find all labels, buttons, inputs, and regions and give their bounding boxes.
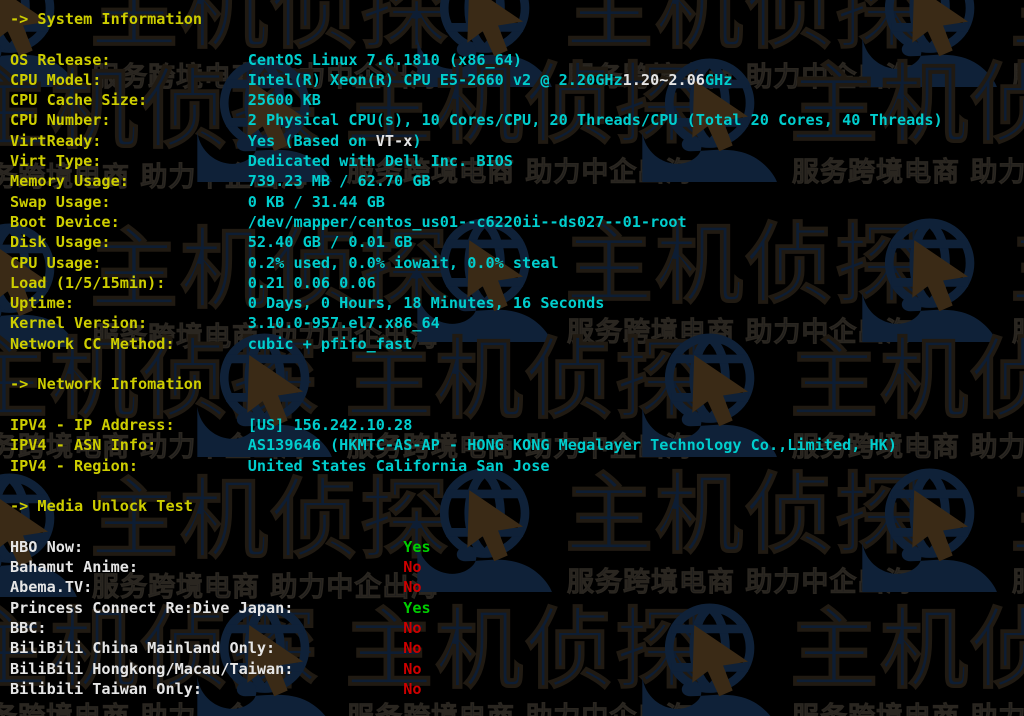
info-row: OS Release: CentOS Linux 7.6.1810 (x86_6… bbox=[10, 50, 1024, 70]
media-row: Princess Connect Re:Dive Japan: Yes bbox=[10, 598, 1024, 618]
media-label: Bilibili Taiwan Only: bbox=[10, 679, 404, 698]
row-value-highlight: VT-x bbox=[375, 131, 413, 150]
info-row: Virt Type: Dedicated with Dell Inc. BIOS bbox=[10, 151, 1024, 171]
row-value: cubic + pfifo_fast bbox=[247, 334, 413, 353]
row-label: Swap Usage: bbox=[10, 192, 248, 211]
row-label: Memory Usage: bbox=[10, 172, 248, 191]
info-row: Swap Usage: 0 KB / 31.44 GB bbox=[10, 192, 1024, 212]
media-status-badge: Yes bbox=[403, 598, 431, 617]
media-label: HBO Now: bbox=[10, 537, 404, 556]
info-row: IPV4 - Region: United States California … bbox=[10, 456, 1024, 476]
row-value: Intel(R) Xeon(R) CPU E5-2660 v2 @ 2.20GH… bbox=[247, 70, 623, 89]
row-label: IPV4 - ASN Info: bbox=[10, 436, 248, 455]
info-row: CPU Number: 2 Physical CPU(s), 10 Cores/… bbox=[10, 110, 1024, 130]
row-value: 52.40 GB / 0.01 GB bbox=[247, 233, 413, 252]
media-label: BiliBili China Mainland Only: bbox=[10, 639, 404, 658]
row-value: AS139646 (HKMTC-AS-AP - HONG KONG Megala… bbox=[247, 436, 897, 455]
row-label: IPV4 - IP Address: bbox=[10, 415, 248, 434]
media-label: BBC: bbox=[10, 618, 404, 637]
info-row: Boot Device: /dev/mapper/centos_us01--c6… bbox=[10, 212, 1024, 232]
row-value: 2 Physical CPU(s), 10 Cores/CPU, 20 Thre… bbox=[247, 111, 943, 130]
media-status-badge: No bbox=[403, 558, 422, 577]
info-row: IPV4 - IP Address: [US] 156.242.10.28 bbox=[10, 415, 1024, 435]
row-value: 25600 KB bbox=[247, 91, 321, 110]
info-row: Uptime: 0 Days, 0 Hours, 18 Minutes, 16 … bbox=[10, 293, 1024, 313]
media-row: BBC: No bbox=[10, 618, 1024, 638]
info-row: CPU Model: Intel(R) Xeon(R) CPU E5-2660 … bbox=[10, 70, 1024, 90]
media-row: Bilibili Taiwan Only: No bbox=[10, 679, 1024, 699]
media-row: Bahamut Anime: No bbox=[10, 557, 1024, 577]
row-value: 0 KB / 31.44 GB bbox=[247, 192, 385, 211]
row-label: Boot Device: bbox=[10, 212, 248, 231]
row-label: CPU Cache Size: bbox=[10, 91, 248, 110]
row-value: 3.10.0-957.el7.x86_64 bbox=[247, 314, 440, 333]
row-value: 0 Days, 0 Hours, 18 Minutes, 16 Seconds bbox=[247, 294, 605, 313]
row-label: Uptime: bbox=[10, 294, 248, 313]
row-value: Dedicated with Dell Inc. BIOS bbox=[247, 152, 513, 171]
watermark-slogan-text: 服务跨境电商 助力中企出海 bbox=[347, 702, 693, 716]
row-value: [US] 156.242.10.28 bbox=[247, 415, 413, 434]
row-label: VirtReady: bbox=[10, 131, 248, 150]
media-row: BiliBili China Mainland Only: No bbox=[10, 638, 1024, 658]
row-label: OS Release: bbox=[10, 50, 248, 69]
row-value: /dev/mapper/centos_us01--c6220ii--ds027-… bbox=[247, 212, 687, 231]
row-label: Disk Usage: bbox=[10, 233, 248, 252]
row-value: United States California San Jose bbox=[247, 456, 550, 475]
info-row: IPV4 - ASN Info: AS139646 (HKMTC-AS-AP -… bbox=[10, 435, 1024, 455]
row-label: CPU Model: bbox=[10, 70, 248, 89]
info-row: Network CC Method: cubic + pfifo_fast bbox=[10, 334, 1024, 354]
info-row: VirtReady: Yes (Based on VT-x) bbox=[10, 131, 1024, 151]
row-label: Kernel Version: bbox=[10, 314, 248, 333]
media-status-badge: Yes bbox=[403, 537, 431, 556]
media-status-badge: No bbox=[403, 659, 422, 678]
row-value-highlight: 1.20~2.06 bbox=[622, 70, 705, 89]
row-value-tail: ) bbox=[412, 131, 422, 150]
heading-text: -> Network Infomation bbox=[10, 375, 203, 394]
section-heading-media: -> Media Unlock Test bbox=[10, 496, 1024, 516]
info-row: Disk Usage: 52.40 GB / 0.01 GB bbox=[10, 232, 1024, 252]
section-heading-system: -> System Information bbox=[10, 9, 1024, 29]
terminal-output: -> System Information OS Release: CentOS … bbox=[0, 0, 1024, 699]
media-status-badge: No bbox=[403, 679, 422, 698]
section-heading-network: -> Network Infomation bbox=[10, 374, 1024, 394]
media-label: Abema.TV: bbox=[10, 578, 404, 597]
terminal-window: 主机侦探 服务跨境电商 助力中企出海 主机侦探 服务跨境电商 助力中企出海 主机… bbox=[0, 0, 1024, 716]
media-row: BiliBili Hongkong/Macau/Taiwan: No bbox=[10, 659, 1024, 679]
watermark-slogan-text: 服务跨境电商 助力中企出海 bbox=[792, 702, 1024, 716]
info-row: Memory Usage: 739.23 MB / 62.70 GB bbox=[10, 171, 1024, 191]
row-value-tail: GHz bbox=[704, 70, 733, 89]
media-label: BiliBili Hongkong/Macau/Taiwan: bbox=[10, 659, 404, 678]
info-row: CPU Cache Size: 25600 KB bbox=[10, 90, 1024, 110]
media-status-badge: No bbox=[403, 578, 422, 597]
info-row: Load (1/5/15min): 0.21 0.06 0.06 bbox=[10, 273, 1024, 293]
heading-text: -> Media Unlock Test bbox=[10, 497, 193, 516]
row-value: CentOS Linux 7.6.1810 (x86_64) bbox=[247, 50, 523, 69]
row-label: CPU Number: bbox=[10, 111, 248, 130]
row-label: Network CC Method: bbox=[10, 334, 248, 353]
media-label: Bahamut Anime: bbox=[10, 558, 404, 577]
info-row: Kernel Version: 3.10.0-957.el7.x86_64 bbox=[10, 313, 1024, 333]
media-row: HBO Now: Yes bbox=[10, 537, 1024, 557]
info-row: CPU Usage: 0.2% used, 0.0% iowait, 0.0% … bbox=[10, 253, 1024, 273]
watermark-slogan-text: 服务跨境电商 助力中企出海 bbox=[0, 702, 308, 716]
heading-text: -> System Information bbox=[10, 10, 203, 28]
row-value: 0.21 0.06 0.06 bbox=[247, 273, 376, 292]
row-label: Load (1/5/15min): bbox=[10, 273, 248, 292]
media-status-badge: No bbox=[403, 639, 422, 658]
row-value: 0.2% used, 0.0% iowait, 0.0% steal bbox=[247, 253, 559, 272]
media-status-badge: No bbox=[403, 618, 422, 637]
row-label: CPU Usage: bbox=[10, 253, 248, 272]
media-label: Princess Connect Re:Dive Japan: bbox=[10, 598, 404, 617]
media-row: Abema.TV: No bbox=[10, 577, 1024, 597]
row-value: Yes (Based on bbox=[247, 131, 376, 150]
row-label: Virt Type: bbox=[10, 152, 248, 171]
row-value: 739.23 MB / 62.70 GB bbox=[247, 172, 431, 191]
row-label: IPV4 - Region: bbox=[10, 456, 248, 475]
